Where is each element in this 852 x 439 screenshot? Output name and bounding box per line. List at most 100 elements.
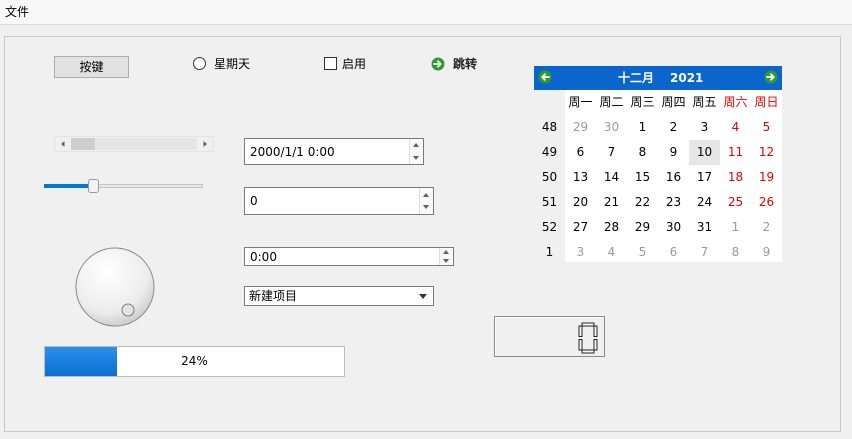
calendar-navigation-bar: 十二月 2021 — [534, 66, 782, 90]
week-number: 51 — [534, 190, 565, 215]
datetime-value: 2000/1/1 0:00 — [250, 144, 335, 159]
radio-label: 星期天 — [214, 57, 251, 71]
week-number: 1 — [534, 240, 565, 265]
lcd-number — [494, 316, 605, 357]
week-number: 50 — [534, 165, 565, 190]
week-number: 48 — [534, 115, 565, 140]
calendar-day[interactable]: 2 — [658, 115, 689, 140]
calendar-day[interactable]: 27 — [565, 215, 596, 240]
calendar-day[interactable]: 29 — [565, 115, 596, 140]
radio-circle[interactable] — [193, 57, 206, 70]
lcd-digits — [578, 322, 598, 354]
spin-box[interactable]: 0 — [244, 187, 434, 215]
arrow-right-icon — [203, 141, 207, 147]
spin-down-button[interactable] — [420, 201, 433, 214]
datetime-edit[interactable]: 2000/1/1 0:00 — [244, 138, 424, 165]
calendar-day[interactable]: 6 — [565, 140, 596, 165]
calendar-day[interactable]: 17 — [689, 165, 720, 190]
horizontal-scrollbar[interactable] — [54, 136, 214, 152]
scroll-left-button[interactable] — [55, 137, 71, 151]
slider-handle[interactable] — [88, 179, 99, 193]
calendar-day[interactable]: 31 — [689, 215, 720, 240]
lcd-digit-display — [578, 322, 598, 354]
calendar-day[interactable]: 4 — [596, 240, 627, 265]
arrow-left-icon — [61, 141, 65, 147]
datetime-down-button[interactable] — [410, 152, 423, 165]
calendar-day[interactable]: 19 — [751, 165, 782, 190]
calendar-year[interactable]: 2021 — [670, 66, 703, 90]
calendar-month[interactable]: 十二月 — [618, 66, 654, 90]
datetime-up-button[interactable] — [410, 139, 423, 152]
combo-selected: 新建项目 — [249, 289, 298, 303]
prev-month-icon[interactable] — [538, 70, 552, 84]
weekday-header: 周日 — [754, 95, 779, 109]
lcd-segment-f — [578, 325, 583, 337]
calendar-day[interactable]: 9 — [751, 240, 782, 265]
calendar-day[interactable]: 14 — [596, 165, 627, 190]
weekday-header: 周四 — [661, 95, 686, 109]
time-edit[interactable]: 0:00 — [244, 247, 454, 266]
calendar-day[interactable]: 30 — [596, 115, 627, 140]
calendar-day[interactable]: 18 — [720, 165, 751, 190]
calendar-day[interactable]: 1 — [720, 215, 751, 240]
calendar-day[interactable]: 10 — [689, 140, 720, 165]
dial[interactable] — [74, 246, 156, 328]
week-number-header — [534, 90, 565, 115]
checkbox-box[interactable] — [324, 57, 337, 70]
time-up-button[interactable] — [440, 248, 453, 257]
calendar-day[interactable]: 7 — [596, 140, 627, 165]
calendar-day[interactable]: 5 — [627, 240, 658, 265]
calendar-day[interactable]: 2 — [751, 215, 782, 240]
calendar-day[interactable]: 1 — [627, 115, 658, 140]
calendar-day[interactable]: 8 — [720, 240, 751, 265]
spin-up-button[interactable] — [420, 188, 433, 201]
calendar-day[interactable]: 7 — [689, 240, 720, 265]
calendar-day[interactable]: 3 — [565, 240, 596, 265]
calendar-day[interactable]: 3 — [689, 115, 720, 140]
calendar-day[interactable]: 24 — [689, 190, 720, 215]
calendar-day[interactable]: 26 — [751, 190, 782, 215]
calendar-day[interactable]: 13 — [565, 165, 596, 190]
time-spin-buttons — [439, 248, 453, 265]
calendar-day[interactable]: 12 — [751, 140, 782, 165]
horizontal-slider[interactable] — [44, 178, 204, 194]
datetime-spin-buttons — [409, 139, 423, 164]
calendar-day[interactable]: 8 — [627, 140, 658, 165]
command-link-label: 跳转 — [453, 57, 478, 71]
calendar-day[interactable]: 4 — [720, 115, 751, 140]
scrollbar-track[interactable] — [95, 138, 197, 150]
calendar-day[interactable]: 6 — [658, 240, 689, 265]
progress-text: 24% — [181, 354, 208, 368]
calendar-day[interactable]: 22 — [627, 190, 658, 215]
time-down-button[interactable] — [440, 257, 453, 266]
menu-file[interactable]: 文件 — [2, 3, 32, 21]
calendar-day[interactable]: 20 — [565, 190, 596, 215]
lcd-segment-b — [593, 325, 598, 337]
week-number: 49 — [534, 140, 565, 165]
calendar-day[interactable]: 25 — [720, 190, 751, 215]
calendar-widget[interactable]: 十二月 2021 周一 周二 周三 周四 周五 周六 周日 48 29 30 1 2 3 4 5 49 6 7 8 9… — [534, 66, 782, 265]
calendar-day[interactable]: 21 — [596, 190, 627, 215]
calendar-day[interactable]: 28 — [596, 215, 627, 240]
calendar-day[interactable]: 16 — [658, 165, 689, 190]
next-month-icon[interactable] — [764, 70, 778, 84]
push-button[interactable]: 按键 — [54, 56, 129, 78]
scrollbar-handle[interactable] — [71, 138, 95, 150]
green-arrow-right-icon — [431, 57, 445, 71]
calendar-day[interactable]: 9 — [658, 140, 689, 165]
calendar-day[interactable]: 5 — [751, 115, 782, 140]
lcd-segment-a — [581, 322, 595, 327]
spin-box-value: 0 — [250, 194, 258, 208]
slider-fill — [44, 184, 90, 188]
dial-indicator[interactable] — [121, 303, 135, 317]
calendar-day[interactable]: 30 — [658, 215, 689, 240]
combo-box[interactable]: 新建项目 — [244, 286, 434, 306]
calendar-day[interactable]: 23 — [658, 190, 689, 215]
calendar-day[interactable]: 29 — [627, 215, 658, 240]
time-value: 0:00 — [250, 249, 277, 264]
calendar-day[interactable]: 15 — [627, 165, 658, 190]
scroll-right-button[interactable] — [197, 137, 213, 151]
lcd-segment-d — [581, 349, 595, 354]
calendar-day[interactable]: 11 — [720, 140, 751, 165]
lcd-segment-c — [593, 339, 598, 351]
